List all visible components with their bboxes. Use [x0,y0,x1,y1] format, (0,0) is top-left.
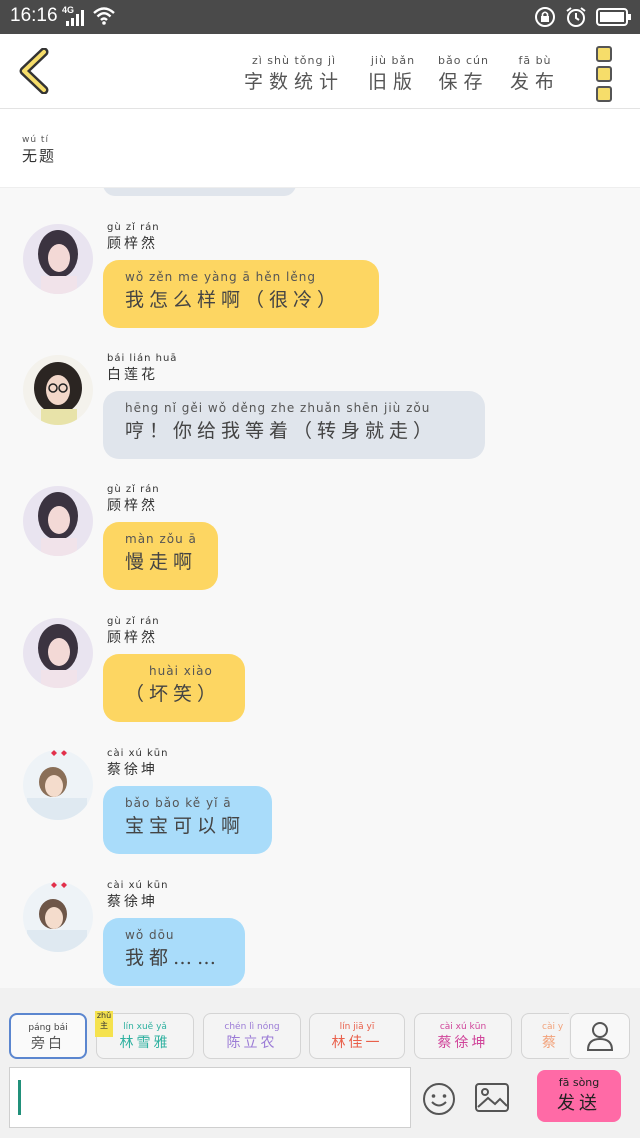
word-count-button[interactable]: zì shù tǒng jì 字数统计 [244,54,344,94]
avatar[interactable] [23,618,93,688]
sender-name-text: 蔡徐坤 [107,894,158,910]
emoji-icon[interactable] [421,1081,457,1117]
message-pinyin: wǒ dōu [125,928,175,942]
publish-pinyin: fā bù [518,54,552,67]
menu-icon[interactable] [596,46,614,102]
character-chip-cai-xukun[interactable]: cài xú kūn 蔡徐坤 [414,1013,512,1059]
title-text: 无题 [22,147,57,165]
chip-label: 陈立农 [226,1035,278,1051]
message-text: 我怎么样啊（很冷） [125,289,342,311]
save-button[interactable]: bǎo cún 保存 [438,54,489,94]
sender-name-pinyin: gù zǐ rán [107,222,160,233]
alarm-icon [566,7,586,27]
lock-icon [534,7,555,27]
character-chip-narrator[interactable]: páng bái 旁白 [9,1013,87,1059]
character-chip-lin-jiayi[interactable]: lín jiā yī 林佳一 [309,1013,405,1059]
chip-pinyin: páng bái [28,1023,68,1033]
main-role-badge: zhǔ 主 [95,1011,113,1037]
back-icon[interactable] [16,48,56,94]
composer-panel: páng bái 旁白 zhǔ 主 lín xuě yǎ 林雪雅 chén lì… [0,988,640,1138]
avatar[interactable] [23,750,93,820]
old-version-label: 旧版 [368,71,419,93]
message-pinyin: màn zǒu ā [125,532,197,546]
title-pinyin: wú tí [22,135,49,145]
avatar[interactable] [23,355,93,425]
image-icon[interactable] [474,1081,510,1115]
publish-label: 发布 [510,71,561,93]
send-button[interactable]: fā sòng 发送 [537,1070,621,1122]
sender-name: gù zǐ rán 顾梓然 [107,222,160,253]
message-bubble[interactable]: bǎo bǎo kě yǐ ā 宝宝可以啊 [103,786,272,854]
avatar[interactable] [23,882,93,952]
chip-pinyin: cài y [542,1022,564,1032]
word-count-pinyin: zì shù tǒng jì [251,54,337,67]
send-pinyin: fā sòng [558,1076,600,1089]
sender-name-pinyin: gù zǐ rán [107,616,160,627]
send-label: 发送 [557,1093,601,1114]
signal-icon [66,10,84,26]
sender-name-pinyin: cài xú kūn [107,748,169,759]
sender-name-pinyin: bái lián huā [107,353,178,364]
battery-icon [596,8,631,26]
sender-name: cài xú kūn 蔡徐坤 [107,748,168,779]
message-text: 我都…… [125,947,222,969]
sender-name-text: 白莲花 [107,367,158,383]
chip-label: 蔡 [542,1035,559,1051]
chip-label: 蔡徐坤 [437,1035,489,1051]
save-label: 保存 [438,71,489,93]
status-time: 16:16 [10,5,58,26]
message-bubble[interactable]: huài xiào （坏笑） [103,654,245,722]
avatar[interactable] [23,224,93,294]
sender-name-pinyin: cài xú kūn [107,880,169,891]
sender-name: cài xú kūn 蔡徐坤 [107,880,168,911]
publish-button[interactable]: fā bù 发布 [510,54,560,94]
message-pinyin: hēng nǐ gěi wǒ děng zhe zhuǎn shēn jiù z… [125,401,431,415]
avatar[interactable] [23,486,93,556]
message-bubble[interactable]: wǒ zěn me yàng ā hěn lěng 我怎么样啊（很冷） [103,260,379,328]
message-bubble[interactable]: wǒ dōu 我都…… [103,918,245,986]
chip-pinyin: chén lì nóng [224,1022,280,1032]
message-pinyin: huài xiào [149,664,213,678]
character-chip-partial[interactable]: cài y 蔡 [521,1013,569,1059]
message-text: 宝宝可以啊 [125,815,246,837]
status-bar: 16:16 4G [0,0,640,34]
chip-pinyin: cài xú kūn [439,1022,487,1032]
text-caret [18,1080,21,1115]
person-icon[interactable] [570,1013,630,1059]
save-pinyin: bǎo cún [438,54,489,67]
old-version-button[interactable]: jiù bǎn 旧版 [368,54,418,94]
character-chip-lin-xueya[interactable]: zhǔ 主 lín xuě yǎ 林雪雅 [95,1011,194,1059]
chip-label: 旁白 [31,1036,65,1052]
sender-name-pinyin: gù zǐ rán [107,484,160,495]
character-chip-chen-linong[interactable]: chén lì nóng 陈立农 [203,1013,301,1059]
message-bubble[interactable]: hēng nǐ gěi wǒ děng zhe zhuǎn shēn jiù z… [103,391,485,459]
chat-area[interactable]: gù zǐ rán 顾梓然 wǒ zěn me yàng ā hěn lěng … [0,188,640,988]
sender-name-text: 蔡徐坤 [107,762,158,778]
message-text: 慢走啊 [125,551,198,573]
sender-name-text: 顾梓然 [107,498,158,514]
chip-label: 林佳一 [331,1035,383,1051]
message-pinyin: wǒ zěn me yàng ā hěn lěng [125,270,316,284]
message-text: 哼！你给我等着（转身就走） [125,420,438,442]
story-title: wú tí 无题 [22,135,56,166]
previous-bubble-fragment [103,188,296,196]
message-pinyin: bǎo bǎo kě yǐ ā [125,796,232,810]
status-right-icons [534,6,632,28]
chip-pinyin: lín jiā yī [339,1022,375,1032]
sender-name: gù zǐ rán 顾梓然 [107,484,160,515]
top-bar: zì shù tǒng jì 字数统计 jiù bǎn 旧版 bǎo cún 保… [0,34,640,109]
word-count-label: 字数统计 [244,71,345,93]
old-version-pinyin: jiù bǎn [370,54,416,67]
sender-name: gù zǐ rán 顾梓然 [107,616,160,647]
message-input[interactable] [9,1067,411,1128]
wifi-icon [93,7,115,25]
sender-name-text: 顾梓然 [107,236,158,252]
sender-name: bái lián huā 白莲花 [107,353,177,384]
story-title-bar[interactable]: wú tí 无题 [0,109,640,188]
message-text: （坏笑） [125,683,222,705]
sender-name-text: 顾梓然 [107,630,158,646]
message-bubble[interactable]: màn zǒu ā 慢走啊 [103,522,218,590]
